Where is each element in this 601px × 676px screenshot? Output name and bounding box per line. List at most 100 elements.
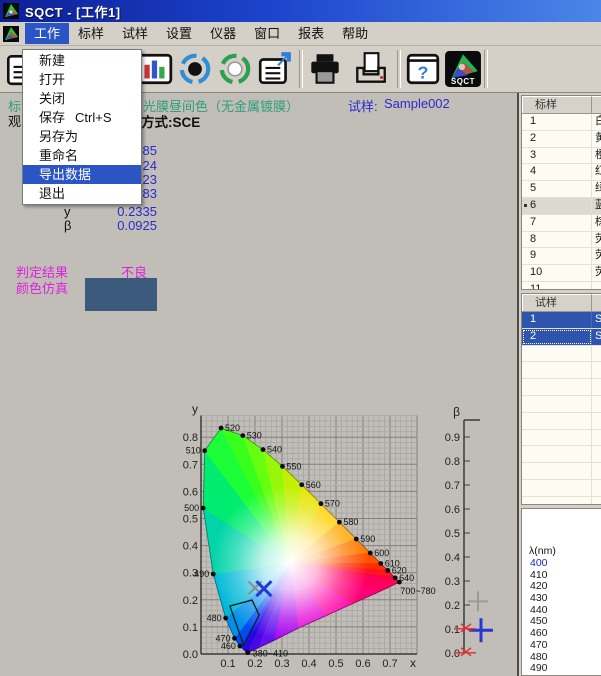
svg-text:0.4: 0.4 [445, 552, 460, 564]
application-window: SQCT - [工作1] 工作标样试样设置仪器窗口报表帮助 [0, 0, 601, 676]
samples-empty-row[interactable] [522, 346, 601, 363]
print-preview-icon[interactable] [352, 50, 390, 88]
print-icon[interactable] [306, 50, 344, 88]
wavelength-400[interactable]: 400 [522, 558, 601, 570]
export-report-icon[interactable] [256, 50, 294, 88]
menu-帮助[interactable]: 帮助 [333, 23, 377, 44]
wavelength-430[interactable]: 430 [522, 593, 601, 605]
standards-row-8[interactable]: 8荧 [522, 232, 601, 249]
svg-text:0.3: 0.3 [274, 658, 289, 670]
samples-row-2[interactable]: 2S [522, 329, 601, 346]
value-y: 0.2335 [60, 204, 157, 219]
svg-text:0.6: 0.6 [183, 486, 198, 498]
standards-table: 标样1白2黄3橙4红5绿6蓝7棕8荧9荧10荧11 [521, 95, 601, 290]
svg-text:SQCT: SQCT [451, 77, 475, 86]
file-menu-item-打开[interactable]: 打开 [23, 70, 141, 89]
menu-窗口[interactable]: 窗口 [245, 23, 289, 44]
samples-empty-row[interactable] [522, 396, 601, 413]
svg-text:0.4: 0.4 [301, 658, 316, 670]
svg-text:510: 510 [186, 446, 201, 456]
sqct-logo-icon[interactable]: SQCT [444, 50, 482, 88]
help-icon[interactable]: ? [404, 50, 442, 88]
file-menu-item-重命名[interactable]: 重命名 [23, 146, 141, 165]
menu-工作[interactable]: 工作 [25, 23, 69, 44]
svg-text:0.1: 0.1 [183, 622, 198, 634]
svg-text:0.2: 0.2 [183, 595, 198, 607]
samples-empty-row[interactable] [522, 446, 601, 463]
svg-text:590: 590 [360, 534, 375, 544]
samples-empty-row[interactable] [522, 430, 601, 447]
samples-row-1[interactable]: 1S [522, 312, 601, 329]
standard-target-icon[interactable] [176, 50, 214, 88]
menu-仪器[interactable]: 仪器 [201, 23, 245, 44]
standards-row-11[interactable]: 11 [522, 282, 601, 290]
standards-row-7[interactable]: 7棕 [522, 215, 601, 232]
svg-text:580: 580 [343, 517, 358, 527]
svg-text:β: β [453, 405, 460, 419]
svg-text:0.5: 0.5 [183, 514, 198, 526]
svg-text:0.7: 0.7 [445, 480, 460, 492]
svg-text:0.8: 0.8 [183, 432, 198, 444]
svg-text:0.8: 0.8 [445, 456, 460, 468]
svg-text:0.6: 0.6 [355, 658, 370, 670]
svg-text:530: 530 [247, 431, 262, 441]
svg-text:0.2: 0.2 [247, 658, 262, 670]
svg-text:600: 600 [374, 548, 389, 558]
table-header: 标样 [522, 96, 601, 114]
svg-text:480: 480 [207, 613, 222, 623]
samples-empty-row[interactable] [522, 480, 601, 497]
file-menu-item-退出[interactable]: 退出 [23, 184, 141, 203]
svg-text:0.6: 0.6 [445, 504, 460, 516]
menu-报表[interactable]: 报表 [289, 23, 333, 44]
table-header: 试样 [522, 294, 601, 312]
file-menu-item-新建[interactable]: 新建 [23, 51, 141, 70]
standards-row-2[interactable]: 2黄 [522, 131, 601, 148]
title-bar[interactable]: SQCT - [工作1] [0, 0, 601, 22]
svg-text:470: 470 [215, 633, 230, 643]
file-menu-item-保存[interactable]: 保存Ctrl+S [23, 108, 141, 127]
svg-text:0.0: 0.0 [183, 649, 198, 661]
svg-text:0.7: 0.7 [183, 459, 198, 471]
svg-text:?: ? [418, 63, 429, 83]
standards-row-5[interactable]: 5绿 [522, 181, 601, 198]
svg-text:0.4: 0.4 [183, 541, 198, 553]
file-menu-item-导出数据[interactable]: 导出数据 [23, 165, 141, 184]
svg-text:700~780: 700~780 [400, 586, 435, 596]
standards-row-3[interactable]: 3橙 [522, 148, 601, 165]
wavelength-490[interactable]: 490 [522, 663, 601, 675]
menu-试样[interactable]: 试样 [113, 23, 157, 44]
standards-row-1[interactable]: 1白 [522, 114, 601, 131]
svg-text:0.1: 0.1 [445, 624, 460, 636]
color-simulation-label: 颜色仿真 [16, 278, 68, 297]
menu-标样[interactable]: 标样 [69, 23, 113, 44]
sample-target-icon[interactable] [216, 50, 254, 88]
svg-text:0.2: 0.2 [445, 600, 460, 612]
svg-text:0.1: 0.1 [220, 658, 235, 670]
window-title: SQCT - [工作1] [25, 2, 121, 21]
wavelength-panel: λ(nm)400410420430440450460470480490 [521, 508, 601, 676]
svg-text:0.9: 0.9 [445, 432, 460, 444]
standards-row-4[interactable]: 4红 [522, 164, 601, 181]
standards-row-6[interactable]: 6蓝 [522, 198, 601, 215]
samples-empty-row[interactable] [522, 362, 601, 379]
measure-mode-text: 方式:SCE [141, 111, 200, 131]
svg-text:0.5: 0.5 [328, 658, 343, 670]
samples-empty-row[interactable] [522, 463, 601, 480]
svg-text:500: 500 [184, 503, 199, 513]
menu-bar: 工作标样试样设置仪器窗口报表帮助 [0, 22, 601, 46]
svg-text:0.7: 0.7 [382, 658, 397, 670]
samples-empty-row[interactable] [522, 379, 601, 396]
wavelength-470[interactable]: 470 [522, 640, 601, 652]
svg-text:x: x [410, 656, 416, 670]
file-menu-item-关闭[interactable]: 关闭 [23, 89, 141, 108]
standards-row-9[interactable]: 9荧 [522, 248, 601, 265]
document-gamut-icon [3, 26, 19, 42]
file-menu-item-另存为[interactable]: 另存为 [23, 127, 141, 146]
samples-table: 试样1S2S [521, 293, 601, 505]
menu-设置[interactable]: 设置 [157, 23, 201, 44]
samples-empty-row[interactable] [522, 413, 601, 430]
samples-empty-row[interactable] [522, 497, 601, 505]
standards-row-10[interactable]: 10荧 [522, 265, 601, 282]
svg-text:540: 540 [267, 445, 282, 455]
svg-text:0.0: 0.0 [445, 648, 460, 660]
